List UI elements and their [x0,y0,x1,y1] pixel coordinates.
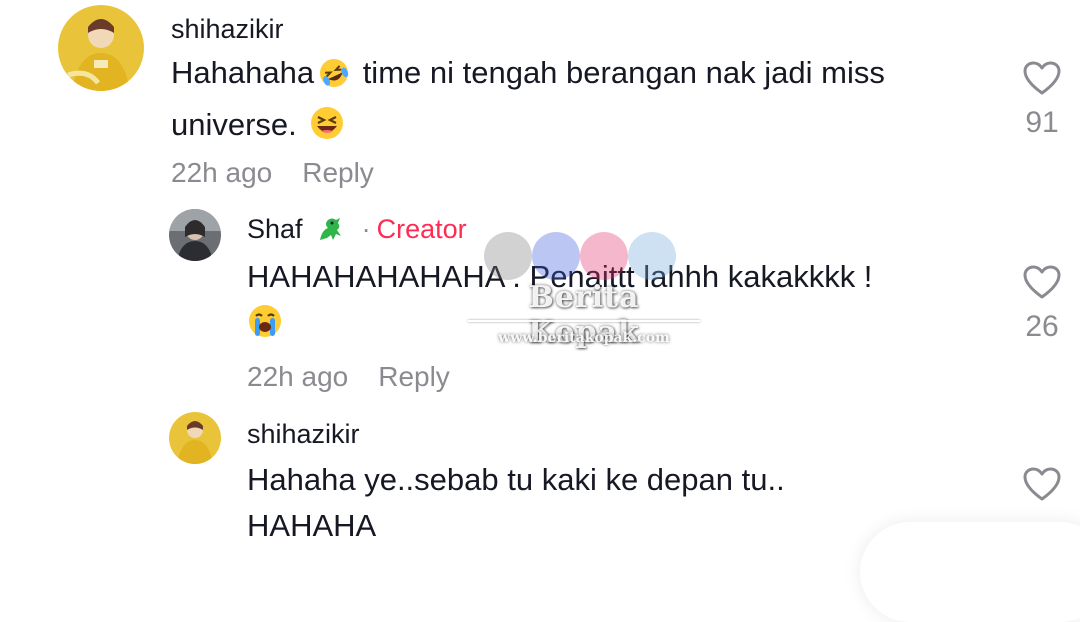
comment-text-part: HAHAHA [247,508,377,543]
like-count: 26 [1025,310,1059,343]
separator-dot: · [361,214,371,244]
comment-username[interactable]: shihazikir [247,419,360,450]
heart-outline-icon [1023,467,1061,501]
comment-username[interactable]: shihazikir [171,14,284,45]
comment-text-part: Hahaha ye..sebab tu kaki ke depan tu.. [247,462,785,497]
comment-text-part: time ni tengah berangan nak jadi miss [354,55,885,90]
comment-meta: 22h ago Reply [171,157,404,189]
comment-text-part: HAHAHAHAHAHA . Penaittt lahhh kakakkkk ! [247,259,873,294]
reply-button[interactable]: Reply [378,361,450,392]
like-button[interactable]: 91 [1012,60,1072,140]
comment-timestamp: 22h ago [171,157,273,188]
heart-outline-icon [1023,265,1061,299]
avatar[interactable] [169,412,221,464]
bottom-right-overlay [860,522,1080,622]
creator-badge: Creator [376,214,467,244]
comment-username-row: Shaf · Creator [247,214,467,251]
avatar[interactable] [58,5,144,91]
like-button[interactable]: 26 [1012,264,1072,344]
avatar-image [58,5,144,91]
avatar-image [169,412,221,464]
reply-button[interactable]: Reply [302,157,374,188]
comment-username[interactable]: Shaf [247,214,303,244]
grinning-squinting-face-emoji-icon [309,105,345,154]
like-count: 91 [1025,106,1059,139]
rolling-on-floor-laughing-emoji-icon [318,56,350,102]
comment-text-part: Hahahaha [171,55,315,90]
comment-text: Hahahaha time ni tengah berangan nak jad… [171,50,991,154]
like-button[interactable] [1012,466,1072,502]
avatar-image [169,209,221,261]
green-dragon-emoji-icon [314,214,344,251]
comment-meta: 22h ago Reply [247,361,480,393]
comment-text-part: universe. [171,107,297,142]
comment-text: HAHAHAHAHAHA . Penaittt lahhh kakakkkk ! [247,254,987,352]
avatar[interactable] [169,209,221,261]
heart-outline-icon [1023,61,1061,95]
loudly-crying-face-emoji-icon [247,303,283,352]
comment-timestamp: 22h ago [247,361,349,392]
